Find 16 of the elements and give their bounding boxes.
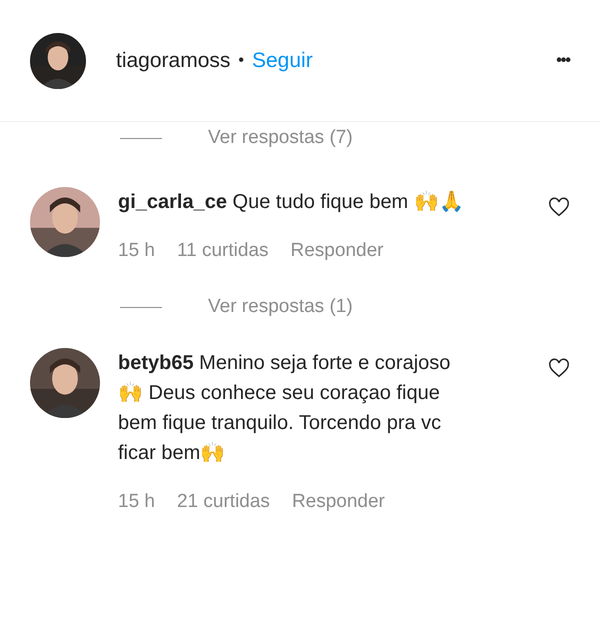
username[interactable]: tiagoramoss [116,44,230,76]
heart-icon[interactable] [548,358,570,380]
likes-count[interactable]: 21 curtidas [176,488,270,516]
comment-time: 15 h [118,238,155,262]
comment-text: betyb65 Menino seja forte e corajoso🙌 Deus conhece seu coraçao fique bem fique tranquilo. Torcendo pra vc ficar bem🙌 [118,350,452,466]
more-options-button[interactable]: ••• [556,48,570,72]
heart-icon[interactable] [548,196,570,218]
likes-count[interactable]: 11 curtidas [176,236,269,265]
view-replies-link[interactable]: Ver respostas (1) [208,293,353,322]
view-replies-link[interactable]: Ver respostas (7) [208,124,353,152]
reply-button[interactable]: Responder [290,236,384,265]
separator-dot: • [238,50,244,70]
reply-button[interactable]: Responder [292,488,385,516]
comment-time: 15 h [118,490,155,514]
follow-button[interactable]: Seguir [252,44,313,76]
comment-text: gi_carla_ce Que tudo fique bem 🙌🙏 [118,190,465,214]
